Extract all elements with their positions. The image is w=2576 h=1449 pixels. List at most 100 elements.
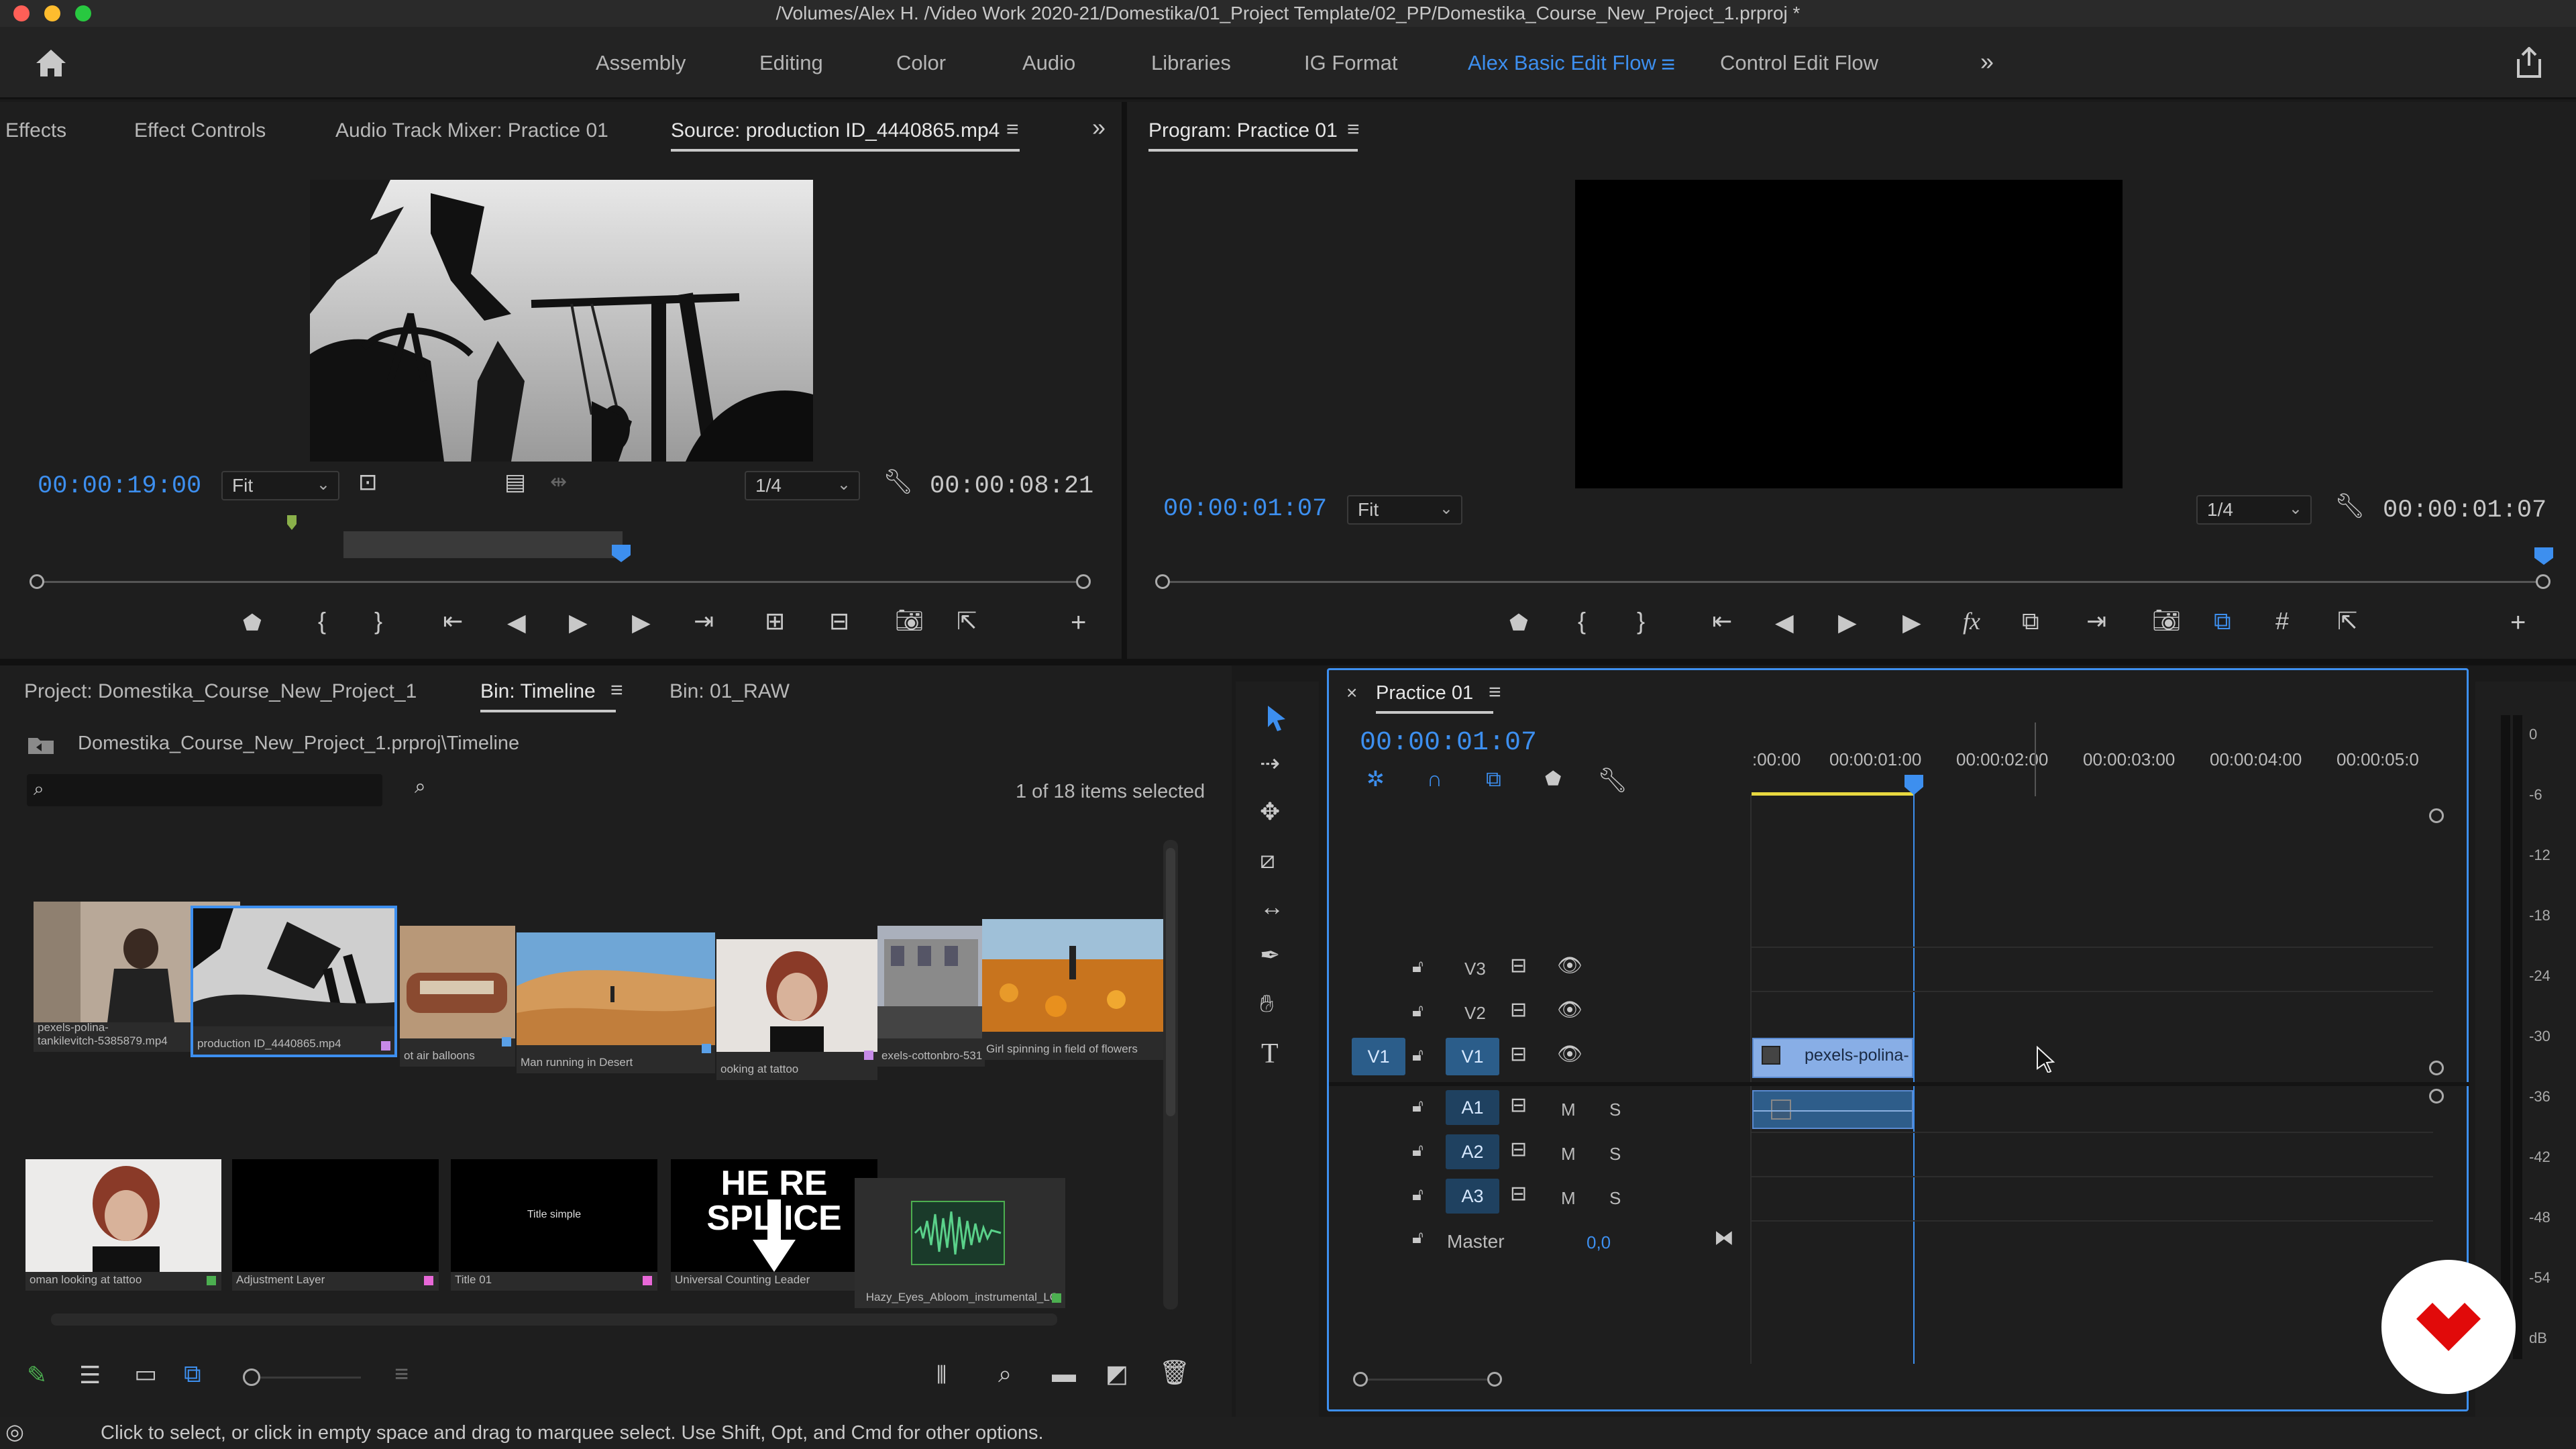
lock-icon[interactable]: 🔓︎ — [1412, 1097, 1424, 1114]
track-target-a2[interactable]: A2 — [1446, 1134, 1499, 1169]
workspace-libraries[interactable]: Libraries — [1151, 27, 1231, 99]
tab-bin-01-raw[interactable]: Bin: 01_RAW — [669, 680, 790, 703]
comparison-view-icon[interactable]: ⧉ — [2022, 609, 2039, 633]
automate-to-sequence-icon[interactable]: ⫴ — [936, 1363, 947, 1387]
new-bin-icon[interactable]: ▬ — [1052, 1362, 1076, 1386]
workspace-audio[interactable]: Audio — [1022, 27, 1075, 99]
sync-lock-icon[interactable]: ⊟ — [1510, 956, 1527, 976]
wrench-icon[interactable]: 🔧︎ — [2334, 494, 2365, 518]
mute-button[interactable]: M — [1561, 1099, 1576, 1120]
panel-divider[interactable] — [1122, 102, 1127, 659]
vertical-zoom-handle[interactable] — [2429, 808, 2444, 823]
grid-icon[interactable]: # — [2275, 609, 2289, 633]
workspace-alex-basic-edit-flow[interactable]: Alex Basic Edit Flow — [1468, 27, 1656, 99]
source-resolution-dropdown[interactable]: 1/4 ⌄ — [745, 471, 860, 500]
source-playhead[interactable] — [612, 545, 631, 562]
add-button-icon[interactable]: + — [2510, 609, 2526, 636]
source-in-out-range[interactable] — [343, 531, 623, 558]
clip-thumbnail[interactable]: Girl spinning in field of flowers — [982, 919, 1163, 1060]
tab-bin-timeline[interactable]: Bin: Timeline — [480, 680, 616, 712]
solo-button[interactable]: S — [1609, 1188, 1621, 1209]
overwrite-icon[interactable]: ⊟ — [829, 609, 849, 633]
program-zoom-end-handle[interactable] — [2536, 574, 2551, 589]
lock-icon[interactable]: 🔓︎ — [1412, 1002, 1424, 1019]
sync-lock-icon[interactable]: ⊟ — [1510, 1095, 1527, 1116]
eye-icon[interactable]: 👁︎ — [1557, 956, 1582, 976]
video-audio-divider[interactable] — [1329, 1082, 2469, 1086]
trash-icon[interactable]: 🗑︎ — [1159, 1360, 1190, 1385]
panel-overflow-icon[interactable]: » — [1092, 115, 1106, 140]
add-marker-icon[interactable]: ⬟ — [1545, 769, 1561, 788]
vertical-zoom-handle[interactable] — [2429, 1061, 2444, 1075]
tab-audio-track-mixer[interactable]: Audio Track Mixer: Practice 01 — [335, 119, 608, 142]
master-volume-value[interactable]: 0,0 — [1587, 1232, 1611, 1253]
video-clip[interactable]: pexels-polina- — [1752, 1038, 1913, 1078]
mark-in-icon[interactable]: { — [318, 609, 326, 633]
tab-effect-controls[interactable]: Effect Controls — [134, 119, 266, 142]
wrench-icon[interactable]: 🔧︎ — [883, 470, 914, 494]
timeline-settings-icon[interactable]: 🔧︎ — [1597, 768, 1628, 792]
bin-horizontal-scrollbar[interactable] — [51, 1313, 1057, 1326]
slip-tool-icon[interactable]: ↔ — [1260, 895, 1284, 919]
tab-effects[interactable]: Effects — [5, 119, 66, 142]
track-target-v1[interactable]: V1 — [1446, 1038, 1499, 1075]
lock-icon[interactable]: 🔓︎ — [1412, 1228, 1424, 1246]
new-item-icon[interactable]: ◩ — [1106, 1362, 1128, 1386]
track-target-a1[interactable]: A1 — [1446, 1090, 1499, 1125]
clip-thumbnail[interactable]: Adjustment Layer — [232, 1159, 439, 1291]
workspace-control-edit-flow[interactable]: Control Edit Flow — [1720, 27, 1878, 99]
clip-thumbnail[interactable]: ooking at tattoo — [716, 939, 877, 1080]
step-forward-icon[interactable]: ▶ — [632, 610, 651, 635]
sync-lock-icon[interactable]: ⊟ — [1510, 1000, 1527, 1020]
drag-video-icon[interactable]: ▤ — [504, 471, 526, 494]
vertical-zoom-handle[interactable] — [2429, 1089, 2444, 1104]
go-to-out-icon[interactable]: ⇥ — [2086, 609, 2106, 633]
audio-clip[interactable] — [1752, 1090, 1913, 1129]
add-marker-icon[interactable]: ⬟ — [243, 612, 262, 633]
clip-thumbnail[interactable]: Man running in Desert — [517, 932, 715, 1073]
timeline-zoom-bar[interactable] — [1361, 1379, 1495, 1381]
workspace-color[interactable]: Color — [896, 27, 946, 99]
clip-thumbnail[interactable]: HE RE SPL ICE Universal Counting Leader — [671, 1159, 877, 1291]
clip-thumbnail-selected[interactable]: production ID_4440865.mp4 — [191, 906, 397, 1057]
workspace-assembly[interactable]: Assembly — [596, 27, 686, 99]
mute-button[interactable]: M — [1561, 1188, 1576, 1209]
zoom-slider-handle[interactable] — [243, 1368, 260, 1386]
find-icon[interactable]: ⌕ — [415, 777, 426, 797]
track-select-tool-icon[interactable]: ⇢ — [1260, 751, 1280, 775]
proxy-toggle-icon[interactable]: ⧉ — [2214, 609, 2231, 633]
program-playhead-timecode[interactable]: 00:00:01:07 — [1163, 495, 1327, 523]
work-area-bar[interactable] — [1752, 792, 1914, 796]
scrollbar-thumb[interactable] — [1166, 848, 1175, 1116]
program-resolution-dropdown[interactable]: 1/4 ⌄ — [2196, 495, 2312, 525]
source-zoom-end-handle[interactable] — [1076, 574, 1091, 589]
tab-project[interactable]: Project: Domestika_Course_New_Project_1 — [24, 680, 417, 703]
workspace-ig-format[interactable]: IG Format — [1304, 27, 1398, 99]
source-fit-dropdown[interactable]: Fit ⌄ — [221, 471, 339, 500]
step-back-icon[interactable]: ◀ — [507, 610, 526, 635]
ripple-edit-tool-icon[interactable]: ✥ — [1260, 800, 1280, 824]
mark-in-icon[interactable]: { — [1578, 609, 1586, 633]
linked-selection-icon[interactable]: ⧉ — [1486, 768, 1501, 790]
hand-tool-icon[interactable]: ✋︎ — [1260, 991, 1274, 1016]
solo-button[interactable]: S — [1609, 1144, 1621, 1165]
eye-icon[interactable]: 👁︎ — [1557, 1044, 1582, 1065]
nest-sequence-icon[interactable]: ✲ — [1366, 768, 1385, 790]
lock-icon[interactable]: 🔓︎ — [1412, 1046, 1424, 1063]
home-icon[interactable] — [35, 48, 67, 78]
panel-divider[interactable] — [0, 659, 2576, 665]
go-to-out-icon[interactable]: ⇥ — [694, 609, 714, 633]
clip-thumbnail[interactable]: Hazy_Eyes_Abloom_instrumental_LO — [855, 1178, 1065, 1308]
program-playhead[interactable] — [2534, 547, 2553, 565]
pencil-icon[interactable]: ✎ — [27, 1363, 47, 1387]
program-fit-dropdown[interactable]: Fit ⌄ — [1347, 495, 1462, 525]
track-target-a3[interactable]: A3 — [1446, 1179, 1499, 1214]
tab-sequence[interactable]: Practice 01 — [1376, 682, 1494, 714]
go-to-in-icon[interactable]: ⇤ — [443, 609, 463, 633]
bin-panel-menu-icon[interactable]: ≡ — [610, 679, 623, 700]
add-marker-icon[interactable]: ⬟ — [1509, 612, 1528, 633]
go-to-end-icon[interactable]: ⧓ — [1714, 1228, 1734, 1248]
mark-out-icon[interactable]: } — [1637, 609, 1645, 633]
source-zoom-start-handle[interactable] — [30, 574, 44, 589]
source-in-marker[interactable] — [287, 515, 297, 530]
